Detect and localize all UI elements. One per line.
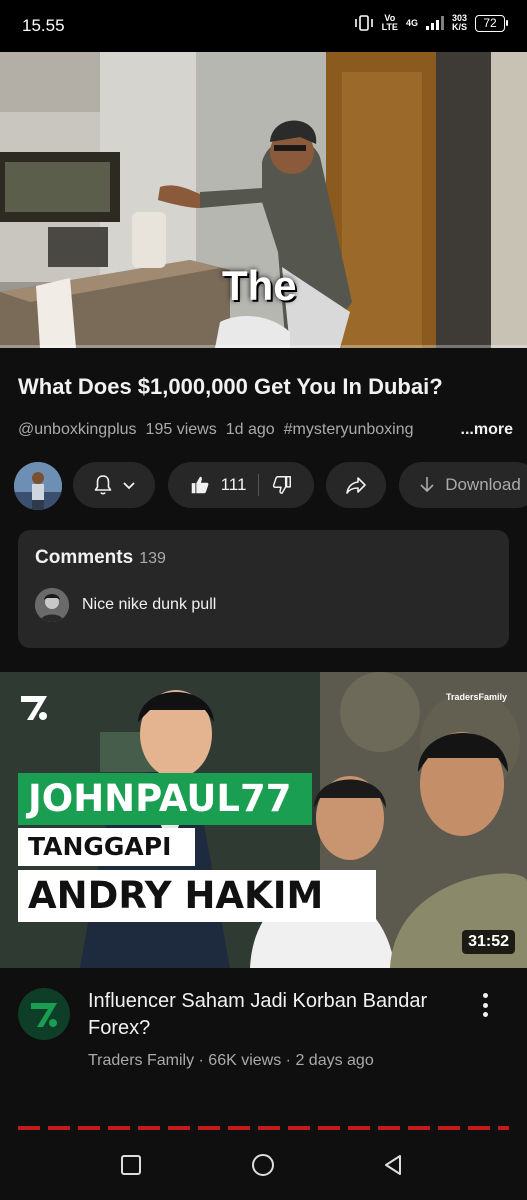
upload-age: 1d ago bbox=[225, 421, 275, 438]
next-video-meta: Traders Family · 66K views · 2 days ago bbox=[88, 1052, 374, 1069]
comments-count: 139 bbox=[139, 550, 166, 567]
download-label: Download bbox=[445, 475, 521, 494]
next-video-info[interactable]: Influencer Saham Jadi Korban Bandar Fore… bbox=[0, 968, 527, 1118]
download-icon bbox=[420, 477, 434, 493]
video-title[interactable]: What Does $1,000,000 Get You In Dubai? bbox=[18, 374, 513, 400]
system-nav-bar bbox=[0, 1130, 527, 1200]
back-icon bbox=[385, 1155, 401, 1175]
next-video-title[interactable]: Influencer Saham Jadi Korban Bandar Fore… bbox=[88, 988, 458, 1042]
home-button[interactable] bbox=[248, 1150, 278, 1180]
hashtag-link[interactable]: #mysteryunboxing bbox=[284, 421, 414, 439]
next-thumbnail-peek bbox=[18, 1122, 509, 1130]
comments-title: Comments bbox=[35, 547, 134, 568]
share-button[interactable] bbox=[326, 462, 386, 508]
more-button[interactable]: ...more bbox=[442, 421, 513, 439]
like-count[interactable]: 111 bbox=[221, 475, 247, 495]
next-video-thumbnail[interactable]: TradersFamily JOHNPAUL77 TANGGAPI ANDRY … bbox=[0, 672, 527, 968]
view-count: 195 views bbox=[145, 421, 217, 438]
bell-icon bbox=[94, 475, 112, 495]
video-meta[interactable]: @unboxkingplus 195 views 1d ago #mystery… bbox=[18, 421, 513, 439]
home-icon bbox=[252, 1154, 274, 1176]
video-progress-bar[interactable] bbox=[0, 345, 527, 348]
channel-avatar[interactable] bbox=[14, 462, 62, 510]
status-icons: Vo LTE 4G 303 K/S 72 bbox=[354, 13, 508, 32]
thumbnail-banner-2: TANGGAPI bbox=[18, 828, 195, 866]
chevron-down-icon bbox=[123, 482, 135, 490]
network-type: 4G bbox=[405, 17, 418, 28]
traders-family-avatar-icon bbox=[31, 1003, 57, 1027]
action-row: 111 Download bbox=[0, 460, 527, 510]
thumbnail-brand: TradersFamily bbox=[445, 692, 507, 702]
share-icon bbox=[346, 477, 366, 494]
recents-button[interactable] bbox=[116, 1150, 146, 1180]
thumbs-down-icon[interactable] bbox=[271, 474, 293, 496]
network-speed: 303 K/S bbox=[451, 13, 467, 32]
more-vert-icon[interactable] bbox=[474, 990, 496, 1020]
comments-card[interactable]: Comments 139 Nice nike dunk pull bbox=[18, 530, 509, 648]
download-button[interactable]: Download bbox=[399, 462, 527, 508]
video-caption: The bbox=[222, 262, 297, 309]
status-time: 15.55 bbox=[22, 16, 65, 35]
top-comment-text: Nice nike dunk pull bbox=[82, 596, 217, 613]
vibrate-icon bbox=[354, 15, 373, 31]
notification-bell-button[interactable] bbox=[73, 462, 155, 508]
video-player[interactable]: The bbox=[0, 52, 527, 348]
commenter-avatar bbox=[35, 588, 69, 622]
recents-icon bbox=[121, 1155, 141, 1175]
thumbnail-banner-3: ANDRY HAKIM bbox=[18, 870, 376, 922]
next-channel-avatar[interactable] bbox=[18, 988, 70, 1040]
thumbnail-banner-1: JOHNPAUL77 bbox=[18, 773, 312, 825]
video-duration-badge: 31:52 bbox=[462, 930, 515, 954]
comments-header: Comments 139 bbox=[35, 547, 166, 569]
volte-indicator: Vo LTE bbox=[381, 13, 398, 32]
status-bar: 15.55 Vo LTE 4G 303 K/S 72 bbox=[0, 0, 527, 52]
avatar-image bbox=[14, 462, 62, 510]
traders-family-logo-icon bbox=[21, 696, 47, 720]
battery-icon: 72 bbox=[475, 14, 508, 32]
signal-icon bbox=[425, 16, 444, 30]
channel-handle[interactable]: @unboxkingplus bbox=[18, 421, 137, 439]
like-dislike-group: 111 bbox=[168, 462, 314, 508]
like-divider bbox=[258, 474, 260, 496]
thumbs-up-icon[interactable] bbox=[189, 474, 211, 496]
back-button[interactable] bbox=[378, 1150, 408, 1180]
